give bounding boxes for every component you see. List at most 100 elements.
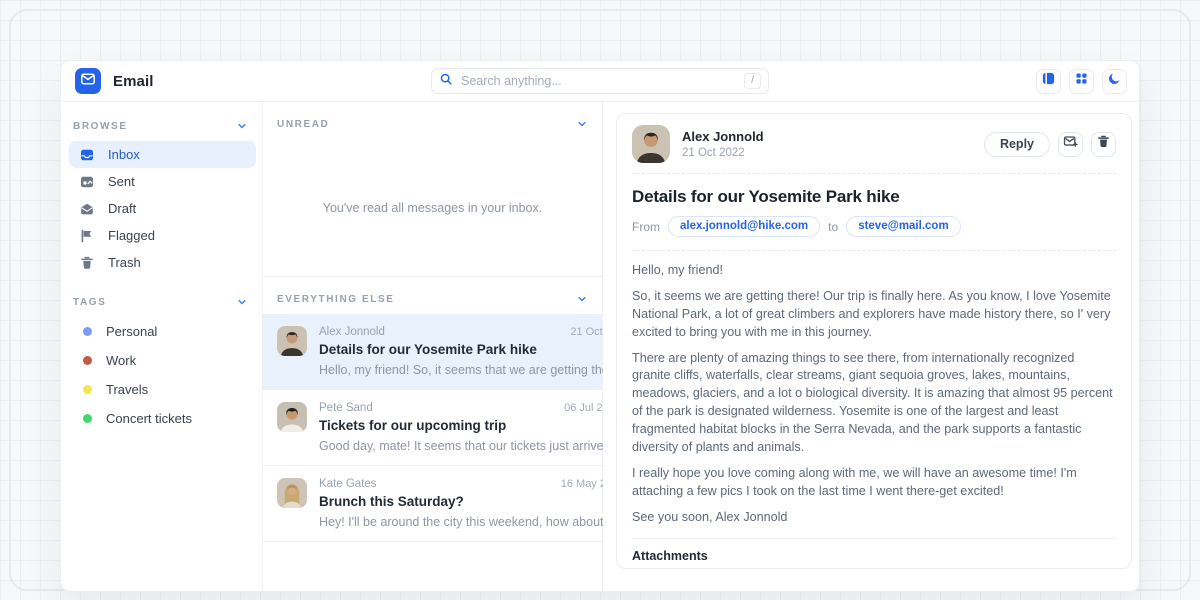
draft-icon: [79, 201, 95, 217]
search-box[interactable]: /: [431, 68, 769, 94]
body-paragraph: Hello, my friend!: [632, 262, 1116, 280]
sidebar-item-label: Trash: [108, 255, 141, 270]
sidebar: BROWSE Inbox Sent Draft Flagge: [61, 102, 263, 591]
envelope-plus-icon: [1063, 134, 1078, 154]
tag-label: Work: [106, 353, 136, 368]
sidebar-item-inbox[interactable]: Inbox: [69, 141, 256, 168]
avatar: [277, 402, 307, 432]
from-address-chip[interactable]: alex.jonnold@hike.com: [668, 216, 820, 237]
search-input[interactable]: [461, 74, 736, 88]
detail-header: Alex Jonnold 21 Oct 2022 Reply: [617, 114, 1131, 173]
browse-nav-list: Inbox Sent Draft Flagged Trash: [61, 141, 262, 276]
detail-body: Hello, my friend! So, it seems we are ge…: [617, 251, 1131, 534]
body-paragraph: See you soon, Alex Jonnold: [632, 509, 1116, 527]
unread-empty-message: You've read all messages in your inbox.: [263, 139, 602, 277]
mail-detail-region: Alex Jonnold 21 Oct 2022 Reply De: [603, 102, 1139, 591]
detail-sender-name: Alex Jonnold: [682, 129, 764, 144]
tag-color-dot: [83, 414, 92, 423]
main-content: BROWSE Inbox Sent Draft Flagge: [61, 102, 1139, 591]
mail-subject: Details for our Yosemite Park hike: [319, 342, 630, 357]
flag-icon: [79, 228, 95, 244]
sidebar-item-label: Sent: [108, 174, 135, 189]
body-paragraph: I really hope you love coming along with…: [632, 465, 1116, 501]
mail-list-item[interactable]: Kate Gates 16 May 2022 Brunch this Satur…: [263, 466, 602, 542]
sidebar-item-draft[interactable]: Draft: [69, 195, 256, 222]
mail-preview: Hello, my friend! So, it seems that we a…: [319, 363, 630, 377]
unread-section-label: UNREAD: [277, 119, 329, 130]
body-paragraph: There are plenty of amazing things to se…: [632, 350, 1116, 457]
apps-button[interactable]: [1069, 69, 1094, 94]
unread-section-header[interactable]: UNREAD: [263, 102, 602, 139]
mail-subject: Tickets for our upcoming trip: [319, 418, 621, 433]
book-icon: [1041, 71, 1056, 91]
mail-preview: Good day, mate! It seems that our ticket…: [319, 439, 621, 453]
avatar: [277, 478, 307, 508]
tags-list: Personal Work Travels Concert tickets: [61, 317, 262, 433]
mail-sender: Kate Gates: [319, 478, 377, 490]
sidebar-item-label: Inbox: [108, 147, 140, 162]
email-app-window: Email / BROWSE: [60, 60, 1140, 592]
trash-icon: [1096, 134, 1111, 154]
detail-date: 21 Oct 2022: [682, 147, 764, 159]
to-label: to: [828, 220, 838, 234]
mail-list-column: UNREAD You've read all messages in your …: [263, 102, 603, 591]
delete-mail-button[interactable]: [1091, 132, 1116, 157]
tag-color-dot: [83, 385, 92, 394]
search-icon: [439, 72, 453, 91]
mail-detail-card: Alex Jonnold 21 Oct 2022 Reply De: [616, 113, 1132, 569]
detail-actions: Reply: [984, 132, 1116, 157]
sidebar-item-flagged[interactable]: Flagged: [69, 222, 256, 249]
detail-sender-block: Alex Jonnold 21 Oct 2022: [682, 129, 764, 159]
tag-item-concert-tickets[interactable]: Concert tickets: [61, 404, 262, 433]
mail-item-content: Pete Sand 06 Jul 2022 Tickets for our up…: [319, 402, 621, 453]
sidebar-item-trash[interactable]: Trash: [69, 249, 256, 276]
tag-item-personal[interactable]: Personal: [61, 317, 262, 346]
browse-section-header[interactable]: BROWSE: [61, 110, 262, 141]
app-logo: [75, 68, 101, 94]
mail-preview: Hey! I'll be around the city this weeken…: [319, 515, 624, 529]
attachments-section: Attachments vide: [617, 539, 1131, 569]
chevron-down-icon[interactable]: [236, 120, 248, 132]
mail-sender: Alex Jonnold: [319, 326, 385, 338]
dark-mode-button[interactable]: [1102, 69, 1127, 94]
forward-mail-button[interactable]: [1058, 132, 1083, 157]
tag-item-travels[interactable]: Travels: [61, 375, 262, 404]
attachments-label: Attachments: [632, 549, 1116, 563]
tag-label: Concert tickets: [106, 411, 192, 426]
grid-icon: [1074, 71, 1089, 91]
avatar: [632, 125, 670, 163]
reader-view-button[interactable]: [1036, 69, 1061, 94]
sidebar-item-sent[interactable]: Sent: [69, 168, 256, 195]
inbox-icon: [79, 147, 95, 163]
mail-subject: Brunch this Saturday?: [319, 494, 624, 509]
tags-section-header[interactable]: TAGS: [61, 286, 262, 317]
chevron-down-icon[interactable]: [236, 296, 248, 308]
trash-icon: [79, 255, 95, 271]
app-title: Email: [113, 73, 154, 90]
chevron-down-icon[interactable]: [576, 293, 588, 305]
detail-from-row: From alex.jonnold@hike.com to steve@mail…: [617, 207, 1131, 250]
reply-button[interactable]: Reply: [984, 132, 1050, 157]
moon-icon: [1107, 71, 1122, 91]
tag-color-dot: [83, 327, 92, 336]
everything-else-section-header[interactable]: EVERYTHING ELSE: [263, 277, 602, 314]
body-paragraph: So, it seems we are getting there! Our t…: [632, 288, 1116, 342]
tag-color-dot: [83, 356, 92, 365]
mail-list-item[interactable]: Pete Sand 06 Jul 2022 Tickets for our up…: [263, 390, 602, 466]
mail-item-content: Alex Jonnold 21 Oct 2022 Details for our…: [319, 326, 630, 377]
search-shortcut-badge: /: [744, 73, 761, 89]
tags-section-label: TAGS: [73, 297, 106, 308]
chevron-down-icon[interactable]: [576, 118, 588, 130]
mail-sender: Pete Sand: [319, 402, 373, 414]
tag-label: Travels: [106, 382, 148, 397]
to-address-chip[interactable]: steve@mail.com: [846, 216, 960, 237]
tag-item-work[interactable]: Work: [61, 346, 262, 375]
everything-else-section-label: EVERYTHING ELSE: [277, 294, 395, 305]
mail-list-item[interactable]: Alex Jonnold 21 Oct 2022 Details for our…: [263, 314, 602, 390]
from-label: From: [632, 220, 660, 234]
envelope-icon: [80, 71, 96, 92]
sidebar-item-label: Draft: [108, 201, 136, 216]
detail-subject: Details for our Yosemite Park hike: [617, 174, 1131, 207]
sidebar-item-label: Flagged: [108, 228, 155, 243]
avatar: [277, 326, 307, 356]
